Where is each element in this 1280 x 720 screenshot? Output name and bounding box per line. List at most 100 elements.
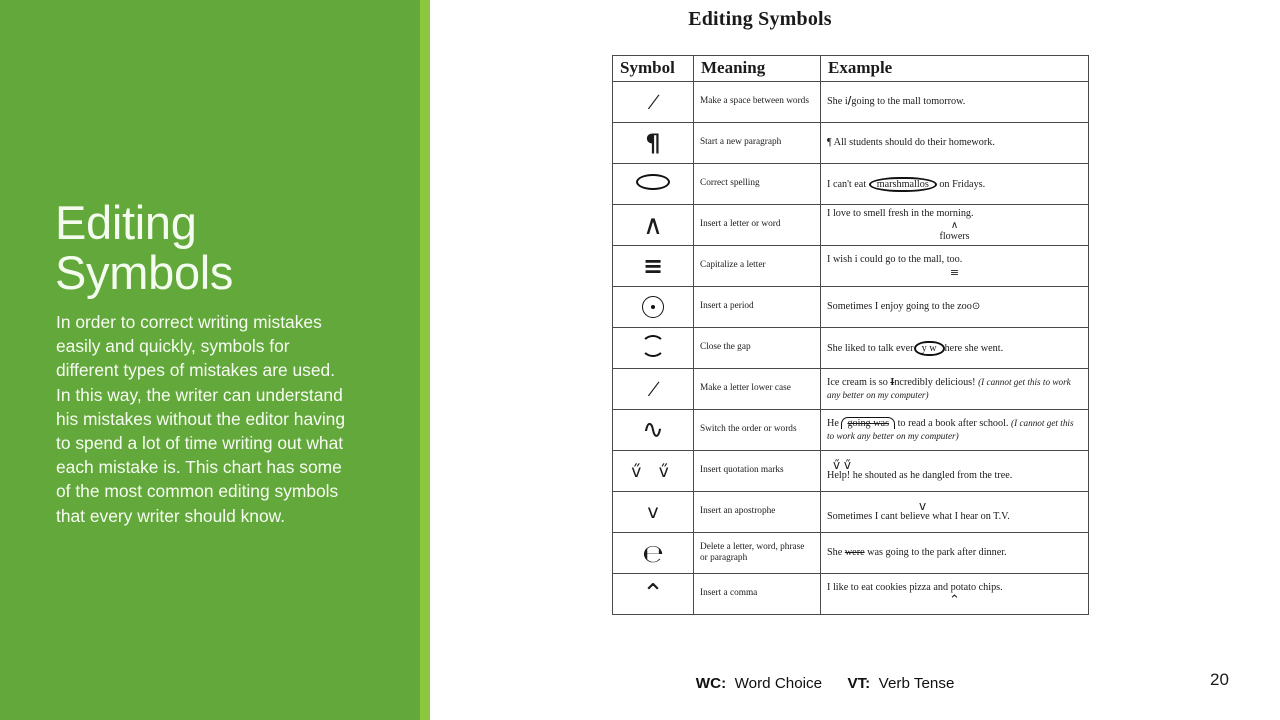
example-mid: ncredibly: [894, 376, 933, 388]
quote-marks-above: ᴠ̋ ᴠ̋: [833, 457, 852, 472]
symbol-cell-quotes: ᴠ̋ ᴠ̋: [612, 450, 694, 492]
example-post: here she went.: [944, 342, 1004, 354]
legend-label-wc: Word Choice: [734, 675, 823, 692]
example-sentence: I love to smell fresh in the morning.: [827, 207, 974, 219]
column-header-example: Example: [820, 55, 1089, 82]
table-row: Correct spelling I can't eat marshmallos…: [612, 163, 1089, 205]
example-cell: She were was going to the park after din…: [820, 532, 1089, 574]
legend-label-vt: Verb Tense: [878, 675, 955, 692]
dot: [651, 305, 655, 310]
table-row: ᴠ Insert an apostrophe ᴠ Sometimes I can…: [612, 491, 1089, 533]
example-cell: I love to smell fresh in the morning. ∧ …: [820, 204, 1089, 246]
capitalize-mark: ≡: [949, 265, 960, 279]
slide-page-number: 20: [1210, 670, 1229, 689]
meaning-cell: Switch the order or words: [693, 409, 821, 451]
meaning-cell: Insert a comma: [693, 573, 821, 615]
example-cell: She liked to talk ever y w here she went.: [820, 327, 1089, 369]
quotation-insert-icon: ᴠ̋ ᴠ̋: [631, 462, 675, 482]
table-row: / Make a space between words She i/going…: [612, 81, 1089, 123]
example-sentence: Help! he shouted as he dangled from the …: [827, 469, 1013, 481]
deleted-word: were: [844, 546, 865, 558]
close-gap-icon: [641, 335, 665, 357]
triple-underline-icon: ≡: [642, 252, 664, 280]
table-row: ∿ Switch the order or words He going was…: [612, 409, 1089, 451]
apostrophe-insert-icon: ᴠ: [647, 501, 659, 523]
insert-caret-mark: ∧: [950, 220, 959, 232]
ellipse-icon: [636, 174, 670, 190]
right-content-panel: Editing Symbols Symbol Meaning Example /: [430, 0, 1280, 720]
example-cell: I like to eat cookies pizza and potato c…: [820, 573, 1089, 615]
example-cell: I can't eat marshmallos on Fridays.: [820, 163, 1089, 205]
legend-row-1: WC: Word Choice VT: Verb Tense: [580, 645, 1140, 720]
table-row: ⌃ Insert a comma I like to eat cookies p…: [612, 573, 1089, 615]
column-header-symbol: Symbol: [612, 55, 694, 82]
meaning-cell: Insert quotation marks: [693, 450, 821, 492]
meaning-cell: Start a new paragraph: [693, 122, 821, 164]
example-post: delicious!: [932, 376, 976, 388]
chart-heading: Editing Symbols: [688, 8, 832, 30]
meaning-cell: Insert a letter or word: [693, 204, 821, 246]
meaning-cell: Delete a letter, word, phrase or paragra…: [693, 532, 821, 574]
intro-paragraph: In order to correct writing mistakes eas…: [56, 312, 346, 526]
symbol-cell-pilcrow: ¶: [612, 122, 694, 164]
legend-code-wc: WC:: [695, 675, 727, 692]
example-cell: He going was to read a book after school…: [820, 409, 1089, 451]
example-sentence: I wish i could go to the mall, too.: [827, 254, 963, 266]
meaning-cell: Capitalize a letter: [693, 245, 821, 287]
example-cell: ᴠ Sometimes I cant believe what I hear o…: [820, 491, 1089, 533]
table-row: ∧ Insert a letter or word I love to smel…: [612, 204, 1089, 246]
symbol-cell-close-gap: [612, 327, 694, 369]
example-pre: She liked to talk ever: [827, 342, 914, 354]
table-row: ᴠ̋ ᴠ̋ Insert quotation marks ᴠ̋ ᴠ̋ Help!…: [612, 450, 1089, 492]
column-header-meaning: Meaning: [693, 55, 821, 82]
table-row: ≡ Capitalize a letter I wish i could go …: [612, 245, 1089, 287]
symbol-cell-lowercase-slash: /: [612, 368, 694, 410]
example-sentence: Sometimes I cant believe what I hear on …: [827, 510, 1010, 522]
page-title: Editing Symbols: [55, 196, 234, 299]
symbol-cell-slash: /: [612, 81, 694, 123]
slash-icon: /: [645, 375, 661, 403]
table-row: Insert a period Sometimes I enjoy going …: [612, 286, 1089, 328]
table-header-row: Symbol Meaning Example: [612, 55, 1089, 82]
example-cell: I wish i could go to the mall, too. ≡: [820, 245, 1089, 287]
meaning-cell: Make a space between words: [693, 81, 821, 123]
abbreviation-legend: WC: Word Choice VT: Verb Tense SV: Subje…: [580, 645, 1140, 720]
symbol-cell-triple-line: ≡: [612, 245, 694, 287]
example-post: on Fridays.: [936, 178, 986, 190]
example-cell: Ice cream is so Incredibly delicious! (I…: [820, 368, 1089, 410]
comma-insert-icon: ⌃: [642, 579, 664, 609]
caret-icon: ∧: [643, 209, 663, 241]
circled-word: marshmallos: [868, 176, 937, 192]
apostrophe-mark-above: ᴠ: [919, 498, 927, 513]
meaning-cell: Insert an apostrophe: [693, 491, 821, 533]
symbol-cell-ellipse: [612, 163, 694, 205]
example-post: to read a book after school.: [895, 417, 1009, 429]
example-cell: ¶ All students should do their homework.: [820, 122, 1089, 164]
symbol-cell-comma: ⌃: [612, 573, 694, 615]
legend-text-wc: [726, 675, 734, 692]
pilcrow-icon: ¶: [645, 129, 661, 157]
table-row: ℮ Delete a letter, word, phrase or parag…: [612, 532, 1089, 574]
example-post: going to the mall tomorrow.: [851, 95, 966, 107]
meaning-cell: Close the gap: [693, 327, 821, 369]
table-row: ¶ Start a new paragraph ¶ All students s…: [612, 122, 1089, 164]
example-pre: Ice cream is so: [827, 376, 891, 388]
legend-gap-2: [870, 675, 878, 692]
transpose-icon: ∿: [642, 415, 664, 445]
table-row: / Make a letter lower case Ice cream is …: [612, 368, 1089, 410]
comma-mark-below: ⌃: [949, 592, 960, 608]
symbol-cell-circled-dot: [612, 286, 694, 328]
slide-canvas: Editing Symbols In order to correct writ…: [0, 0, 1280, 720]
example-post: was going to the park after dinner.: [864, 546, 1007, 558]
legend-gap-1: [822, 675, 847, 692]
meaning-cell: Make a letter lower case: [693, 368, 821, 410]
example-pre: I can't eat: [827, 178, 869, 190]
table-row: Close the gap She liked to talk ever y wh…: [612, 327, 1089, 369]
symbol-cell-caret: ∧: [612, 204, 694, 246]
symbol-cell-transpose: ∿: [612, 409, 694, 451]
symbol-cell-apostrophe: ᴠ: [612, 491, 694, 533]
example-pre: He: [827, 417, 842, 429]
example-cell: She i/going to the mall tomorrow.: [820, 81, 1089, 123]
meaning-cell: Insert a period: [693, 286, 821, 328]
symbol-cell-delete: ℮: [612, 532, 694, 574]
